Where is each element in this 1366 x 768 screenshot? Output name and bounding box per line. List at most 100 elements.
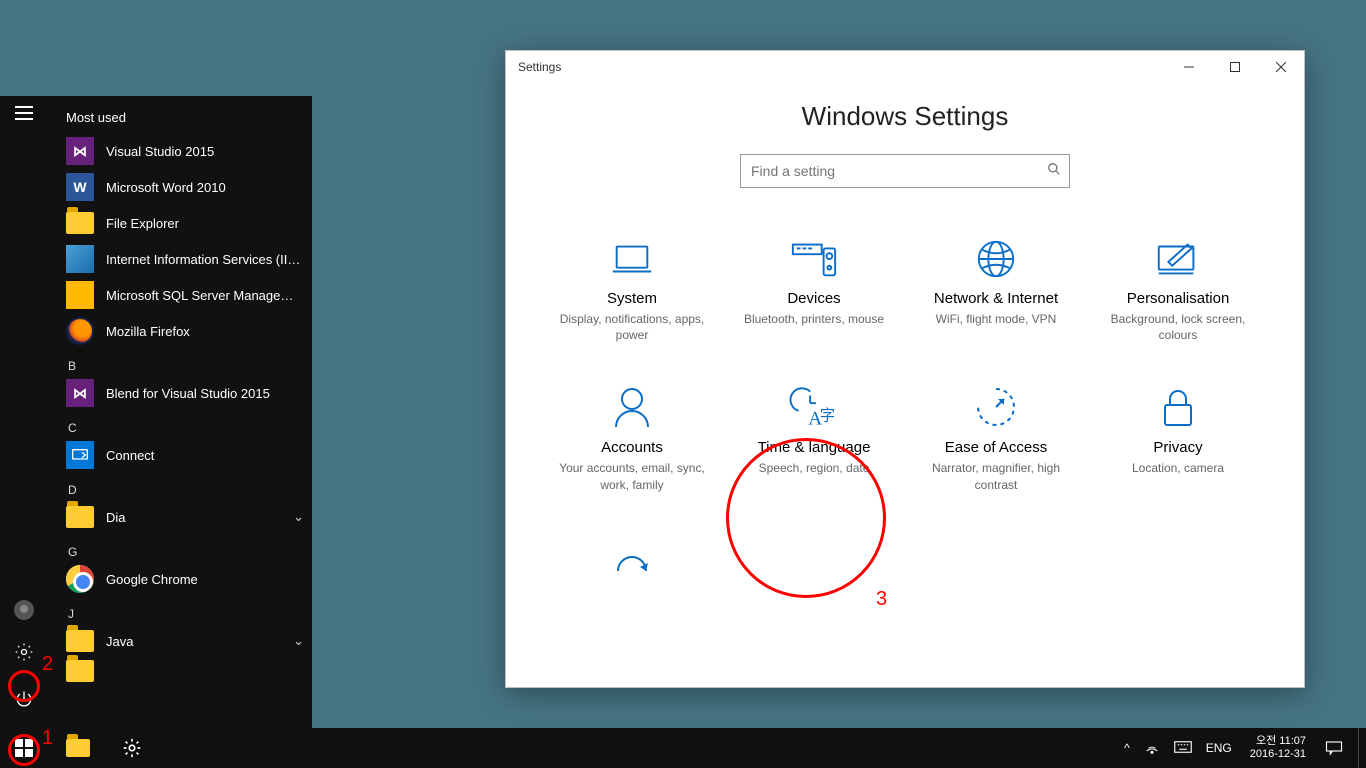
start-item-label: Microsoft Word 2010 — [106, 180, 304, 195]
folder-icon — [66, 657, 94, 685]
category-desc: Your accounts, email, sync, work, family — [547, 460, 717, 492]
annotation-circle-1 — [8, 734, 40, 766]
index-letter[interactable]: C — [62, 411, 312, 437]
category-desc: Narrator, magnifier, high contrast — [911, 460, 1081, 492]
start-item-word[interactable]: W Microsoft Word 2010 — [62, 169, 312, 205]
taskbar-clock[interactable]: 오전 11:07 2016-12-31 — [1242, 735, 1314, 760]
folder-icon — [66, 503, 94, 531]
folder-icon — [66, 209, 94, 237]
start-item-iis[interactable]: Internet Information Services (IIS)... — [62, 241, 312, 277]
close-button[interactable] — [1258, 51, 1304, 83]
search-input[interactable] — [751, 163, 1047, 179]
laptop-icon — [609, 236, 655, 280]
category-title: Network & Internet — [934, 290, 1058, 307]
tray-keyboard-icon[interactable] — [1174, 741, 1192, 756]
ime-indicator[interactable]: ENG — [1206, 741, 1232, 755]
index-letter[interactable]: J — [62, 597, 312, 623]
annotation-number-3: 3 — [876, 588, 887, 611]
show-desktop-button[interactable] — [1358, 728, 1364, 768]
start-item-chrome[interactable]: Google Chrome — [62, 561, 312, 597]
category-title: Ease of Access — [945, 439, 1048, 456]
update-icon — [610, 535, 654, 579]
category-system[interactable]: System Display, notifications, apps, pow… — [547, 236, 717, 343]
index-letter[interactable]: G — [62, 535, 312, 561]
taskbar: ^ ENG 오전 11:07 2016-12-31 — [0, 728, 1366, 768]
start-item-firefox[interactable]: Mozilla Firefox — [62, 313, 312, 349]
category-desc: Bluetooth, printers, mouse — [744, 311, 884, 327]
start-menu-list: Most used ⋈ Visual Studio 2015 W Microso… — [48, 96, 312, 728]
maximize-button[interactable] — [1212, 51, 1258, 83]
annotation-circle-3 — [726, 438, 886, 598]
settings-search[interactable] — [740, 154, 1070, 188]
taskbar-explorer[interactable] — [48, 728, 108, 768]
start-item-dia[interactable]: Dia ⌄ — [62, 499, 312, 535]
index-letter[interactable]: D — [62, 473, 312, 499]
start-item-label: Mozilla Firefox — [106, 324, 304, 339]
start-item-explorer[interactable]: File Explorer — [62, 205, 312, 241]
person-icon — [612, 385, 652, 429]
category-desc: WiFi, flight mode, VPN — [936, 311, 1057, 327]
app-tile-icon — [66, 281, 94, 309]
category-title: Privacy — [1153, 439, 1202, 456]
time-language-icon: A字 — [789, 385, 839, 429]
category-desc: Location, camera — [1132, 460, 1224, 476]
category-accounts[interactable]: Accounts Your accounts, email, sync, wor… — [547, 385, 717, 492]
globe-icon — [975, 236, 1017, 280]
tray-chevron-icon[interactable]: ^ — [1124, 741, 1130, 755]
clock-time: 오전 11:07 — [1250, 735, 1306, 748]
index-letter[interactable]: B — [62, 349, 312, 375]
annotation-circle-2 — [8, 670, 40, 702]
lock-icon — [1159, 385, 1197, 429]
start-item-label: Visual Studio 2015 — [106, 144, 304, 159]
category-title: Devices — [787, 290, 840, 307]
category-update[interactable] — [547, 535, 717, 579]
category-title: Accounts — [601, 439, 663, 456]
action-center-icon[interactable] — [1314, 728, 1354, 768]
start-item-partial[interactable] — [62, 659, 312, 683]
category-personalisation[interactable]: Personalisation Background, lock screen,… — [1093, 236, 1263, 343]
taskbar-settings[interactable] — [108, 728, 156, 768]
category-desc: Background, lock screen, colours — [1093, 311, 1263, 343]
app-tile-icon: W — [66, 173, 94, 201]
start-item-label: Java — [106, 634, 281, 649]
category-ease-of-access[interactable]: Ease of Access Narrator, magnifier, high… — [911, 385, 1081, 492]
firefox-icon — [66, 317, 94, 345]
start-item-blend[interactable]: ⋈ Blend for Visual Studio 2015 — [62, 375, 312, 411]
minimize-button[interactable] — [1166, 51, 1212, 83]
search-icon — [1047, 162, 1061, 181]
category-title: System — [607, 290, 657, 307]
folder-icon — [66, 627, 94, 655]
app-tile-icon — [66, 441, 94, 469]
window-titlebar[interactable]: Settings — [506, 51, 1304, 83]
start-item-ssms[interactable]: Microsoft SQL Server Managemen... — [62, 277, 312, 313]
start-item-label: File Explorer — [106, 216, 304, 231]
settings-rail-icon[interactable] — [14, 642, 34, 667]
clock-date: 2016-12-31 — [1250, 748, 1306, 761]
user-icon[interactable] — [14, 600, 34, 620]
settings-window: Settings Windows Settings System Display… — [505, 50, 1305, 688]
system-tray[interactable]: ^ ENG — [1114, 739, 1242, 758]
start-item-label: Microsoft SQL Server Managemen... — [106, 288, 304, 303]
settings-category-grid: System Display, notifications, apps, pow… — [544, 236, 1266, 579]
app-tile-icon — [66, 245, 94, 273]
category-devices[interactable]: Devices Bluetooth, printers, mouse — [729, 236, 899, 343]
most-used-header: Most used — [62, 106, 312, 133]
paint-icon — [1153, 236, 1203, 280]
svg-text:字: 字 — [820, 407, 835, 425]
chrome-icon — [66, 565, 94, 593]
hamburger-icon[interactable] — [15, 106, 33, 120]
tray-network-icon[interactable] — [1144, 739, 1160, 758]
chevron-down-icon: ⌄ — [293, 633, 304, 649]
category-privacy[interactable]: Privacy Location, camera — [1093, 385, 1263, 492]
start-menu: Most used ⋈ Visual Studio 2015 W Microso… — [0, 96, 312, 728]
category-network[interactable]: Network & Internet WiFi, flight mode, VP… — [911, 236, 1081, 343]
start-item-label: Dia — [106, 510, 281, 525]
start-item-visualstudio[interactable]: ⋈ Visual Studio 2015 — [62, 133, 312, 169]
app-tile-icon: ⋈ — [66, 137, 94, 165]
ease-access-icon — [974, 385, 1018, 429]
start-item-connect[interactable]: Connect — [62, 437, 312, 473]
start-item-label: Connect — [106, 448, 304, 463]
category-desc: Display, notifications, apps, power — [547, 311, 717, 343]
start-item-java[interactable]: Java ⌄ — [62, 623, 312, 659]
start-item-label: Blend for Visual Studio 2015 — [106, 386, 304, 401]
